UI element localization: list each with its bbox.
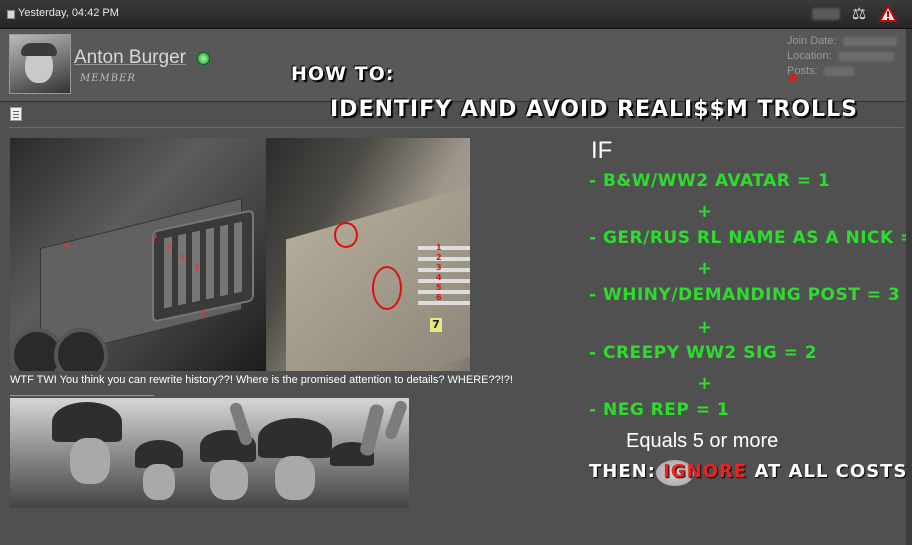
- avatar[interactable]: [9, 34, 71, 94]
- rule-item: - WHINY/DEMANDING POST = 3: [589, 285, 901, 305]
- soldier-face: [70, 438, 110, 484]
- rule-item: - GER/RUS RL NAME AS A NICK = 2: [589, 228, 912, 248]
- right-border: [906, 29, 912, 545]
- user-info-bar: Anton Burger MEMBER Join Date: Location:…: [0, 29, 912, 102]
- then-label: THEN:: [589, 461, 656, 482]
- plus-sign: +: [697, 258, 713, 279]
- grill-number: ?: [180, 254, 186, 264]
- signature-divider: [10, 395, 154, 396]
- post-number[interactable]: [812, 8, 840, 20]
- grill-number: ?: [194, 264, 200, 274]
- highlight-number: 7: [430, 318, 442, 332]
- page-icon: [7, 10, 15, 19]
- user-rank: MEMBER: [80, 73, 136, 84]
- location-label: Location:: [787, 50, 832, 62]
- reputation-icon[interactable]: [789, 74, 797, 82]
- photo-number: 2: [436, 253, 442, 262]
- soldier-helmet: [52, 402, 122, 442]
- post-header-bar: Yesterday, 04:42 PM ⚖: [0, 0, 912, 29]
- warning-icon[interactable]: [878, 3, 898, 23]
- photo-number: 4: [436, 273, 442, 282]
- tank-render-image: ? ? ? ? ? ?: [10, 138, 266, 371]
- grill-number: ?: [152, 234, 158, 244]
- soldier-face: [275, 456, 315, 500]
- scales-icon[interactable]: ⚖: [849, 5, 869, 23]
- grill-number: ?: [166, 244, 172, 254]
- user-stats: Join Date: Location: Posts:: [787, 34, 897, 79]
- photo-number: 3: [436, 263, 442, 272]
- photo-number: 1: [436, 243, 442, 252]
- plus-sign: +: [697, 373, 713, 394]
- soldier-face: [143, 464, 175, 500]
- avatar-cap: [21, 43, 57, 56]
- plus-sign: +: [697, 201, 713, 222]
- plus-sign: +: [697, 317, 713, 338]
- rule-item: - B&W/WW2 AVATAR = 1: [589, 171, 831, 191]
- post-comment: WTF TWI You think you can rewrite histor…: [10, 374, 513, 386]
- join-date-label: Join Date:: [787, 35, 837, 47]
- divider: [9, 127, 903, 128]
- post-title-line1: HOW TO:: [291, 63, 395, 85]
- photo-number: 6: [436, 293, 442, 302]
- grill-slats: [418, 246, 470, 306]
- grill-number: ?: [200, 310, 206, 320]
- username-link[interactable]: Anton Burger: [74, 47, 186, 69]
- photo-number: 5: [436, 283, 442, 292]
- soldier-face: [210, 460, 248, 500]
- rules-conclusion: THEN: IGNORE AT ALL COSTS.: [589, 461, 912, 482]
- soldier-helmet: [258, 418, 332, 458]
- rules-if: IF: [591, 137, 613, 164]
- red-circle-annotation: [372, 266, 402, 310]
- online-dot-icon: [197, 52, 210, 65]
- ignore-word: IGNORE: [663, 461, 748, 482]
- raised-hand: [383, 399, 409, 441]
- costs-label: AT ALL COSTS.: [754, 461, 912, 482]
- post-title-line2: IDENTIFY AND AVOID REALI$$M TROLLS: [330, 97, 858, 122]
- rule-item: - CREEPY WW2 SIG = 2: [589, 343, 818, 363]
- rules-equals: Equals 5 or more: [626, 430, 779, 452]
- rule-item: - NEG REP = 1: [589, 400, 730, 420]
- post-icon: [10, 107, 22, 121]
- photo-numbers: 1 2 3 4 5 6: [436, 243, 442, 303]
- post-date: Yesterday, 04:42 PM: [18, 7, 119, 19]
- tank-photo-image: 1 2 3 4 5 6 7: [266, 138, 470, 371]
- grill-number: ?: [64, 243, 70, 253]
- signature-image: [10, 398, 409, 508]
- red-circle-annotation: [334, 222, 358, 248]
- raised-hand: [358, 403, 386, 457]
